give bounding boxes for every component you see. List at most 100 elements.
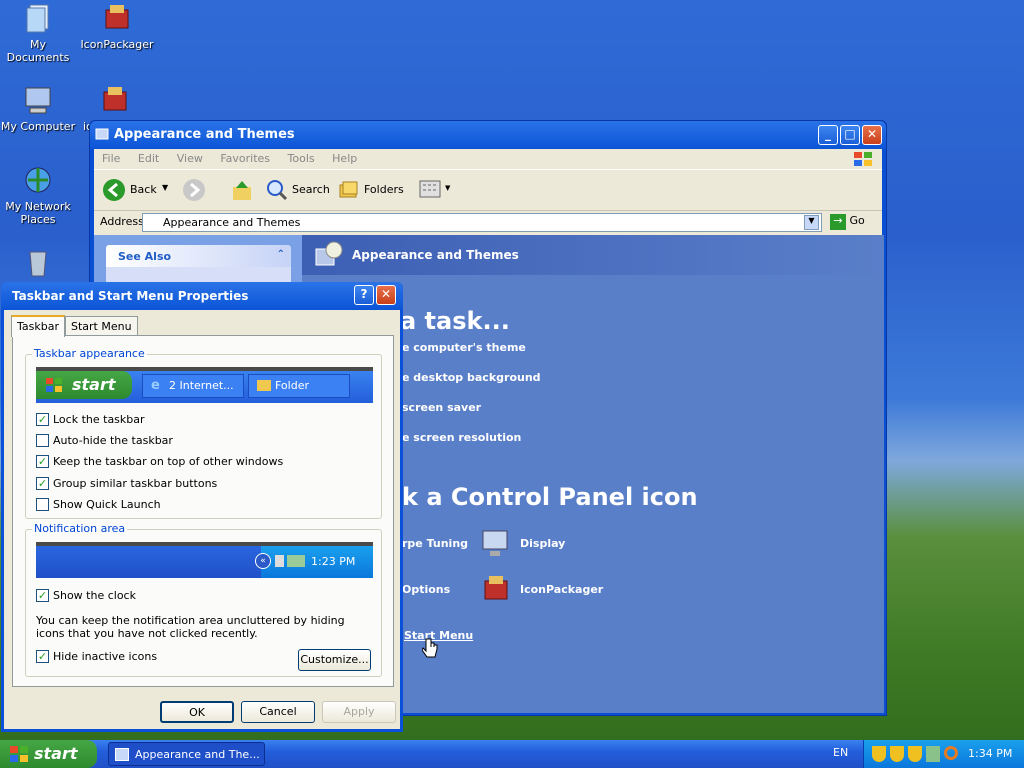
task-link-resolution[interactable]: e screen resolution [402, 431, 521, 444]
search-icon[interactable] [944, 746, 958, 760]
customize-button[interactable]: Customize... [298, 649, 371, 671]
menu-tools[interactable]: Tools [288, 152, 315, 165]
network-icon[interactable] [926, 746, 940, 762]
recycle-bin-icon [29, 251, 47, 277]
views-button[interactable]: ▼ [418, 179, 452, 201]
go-label: Go [849, 214, 865, 227]
desktop-icon-recycle-bin[interactable] [0, 246, 78, 282]
start-label: start [34, 744, 78, 763]
autohide-checkbox[interactable]: Auto-hide the taskbar [36, 434, 173, 448]
checkbox-box [36, 434, 49, 447]
desktop-icon-label: My Documents [6, 38, 70, 64]
pick-icon-heading: k a Control Panel icon [402, 483, 698, 511]
see-also-header[interactable]: See Also ⌃ [106, 245, 291, 267]
shield-icon[interactable] [908, 746, 922, 762]
collapse-icon[interactable]: ⌃ [277, 249, 285, 260]
task-link-screensaver[interactable]: screen saver [402, 401, 481, 414]
shield-icon[interactable] [890, 746, 904, 762]
start-button[interactable]: start [0, 740, 97, 768]
group-buttons-checkbox[interactable]: ✓ Group similar taskbar buttons [36, 477, 217, 491]
computer-icon [25, 87, 51, 114]
search-button[interactable]: Search [266, 179, 334, 203]
group-label: Taskbar appearance [32, 347, 147, 360]
task-link-background[interactable]: e desktop background [402, 371, 541, 384]
cp-icon-iconpackager[interactable]: IconPackager [520, 583, 603, 596]
desktop-icon-label: My Computer [0, 120, 76, 133]
desktop-icon-my-documents[interactable]: My Documents [0, 2, 78, 64]
cp-icon-display[interactable]: Display [520, 537, 565, 550]
preview-clock: 1:23 PM [311, 555, 356, 568]
tab-label: Taskbar [17, 320, 59, 333]
notification-preview: 1:23 PM « [36, 542, 373, 578]
checkbox-label: Group similar taskbar buttons [53, 477, 218, 490]
preview-tray: 1:23 PM « [255, 546, 373, 578]
folders-button[interactable]: Folders [338, 179, 406, 203]
close-button[interactable]: ✕ [862, 125, 882, 145]
back-button[interactable]: Back ▼ [102, 178, 172, 202]
windows-logo-icon [10, 746, 28, 762]
forward-icon[interactable] [182, 178, 206, 202]
tab-start-menu[interactable]: Start Menu [65, 316, 138, 336]
content-header: Appearance and Themes [302, 235, 884, 275]
desktop-icon-my-network-places[interactable]: My Network Places [0, 164, 78, 226]
minimize-button[interactable]: _ [818, 125, 838, 145]
menu-help[interactable]: Help [332, 152, 357, 165]
checkbox-label: Keep the taskbar on top of other windows [53, 455, 284, 468]
pick-task-heading: a task... [400, 307, 510, 335]
hide-inactive-checkbox[interactable]: ✓ Hide inactive icons [36, 650, 157, 664]
quick-launch-checkbox[interactable]: Show Quick Launch [36, 498, 161, 512]
tray-clock[interactable]: 1:34 PM [968, 747, 1012, 760]
go-button[interactable]: → Go [830, 214, 865, 230]
cp-icon-start-menu[interactable]: Start Menu [404, 629, 473, 642]
cancel-button[interactable]: Cancel [241, 701, 315, 723]
desktop-icon-label: My Network Places [5, 200, 71, 226]
tab-label: Start Menu [71, 320, 132, 333]
windows-logo-icon [854, 152, 872, 166]
ok-button[interactable]: OK [160, 701, 234, 723]
notification-note: You can keep the notification area unclu… [36, 614, 345, 640]
see-also-label: See Also [118, 250, 172, 263]
display-icon [482, 530, 508, 556]
taskbar-button-appearance[interactable]: Appearance and The... [108, 742, 265, 766]
preview-start-label: start [72, 375, 116, 394]
folder-icon [95, 128, 109, 140]
address-label: Address [100, 215, 144, 228]
lock-taskbar-checkbox[interactable]: ✓ Lock the taskbar [36, 413, 145, 427]
language-indicator[interactable]: EN [833, 746, 848, 759]
up-folder-icon[interactable] [230, 178, 254, 202]
expand-icon: « [255, 553, 271, 569]
address-field[interactable]: Appearance and Themes ▼ [142, 213, 822, 232]
chevron-down-icon[interactable]: ▼ [162, 183, 168, 192]
preview-task-button-1: 2 Internet... e [142, 374, 244, 398]
maximize-button[interactable]: □ [840, 125, 860, 145]
menu-edit[interactable]: Edit [138, 152, 159, 165]
checkbox-label: Auto-hide the taskbar [53, 434, 173, 447]
documents-icon [26, 4, 49, 33]
taskbar-button-label: Appearance and The... [135, 748, 260, 761]
back-icon [103, 179, 125, 201]
checkbox-box: ✓ [36, 413, 49, 426]
show-clock-checkbox[interactable]: ✓ Show the clock [36, 589, 136, 603]
taskbar-properties-dialog[interactable]: Taskbar and Start Menu Properties ? ✕ Ta… [1, 282, 403, 732]
menu-view[interactable]: View [177, 152, 203, 165]
checkbox-box: ✓ [36, 589, 49, 602]
close-button[interactable]: ✕ [376, 285, 396, 305]
dialog-title: Taskbar and Start Menu Properties [12, 289, 249, 303]
help-button[interactable]: ? [354, 285, 374, 305]
window-titlebar[interactable]: Appearance and Themes _ □ ✕ [90, 121, 886, 149]
apply-button[interactable]: Apply [322, 701, 396, 723]
shield-icon[interactable] [872, 746, 886, 762]
desktop-icon-iconpackager[interactable]: IconPackager [77, 2, 157, 51]
cp-icon-tuning[interactable]: rpe Tuning [402, 537, 468, 550]
dialog-titlebar[interactable]: Taskbar and Start Menu Properties ? ✕ [1, 282, 403, 310]
menu-favorites[interactable]: Favorites [220, 152, 270, 165]
desktop-icon-my-computer[interactable]: My Computer [0, 84, 78, 133]
cp-icon-options[interactable]: Options [402, 583, 450, 596]
menu-file[interactable]: File [102, 152, 120, 165]
task-link-theme[interactable]: e computer's theme [402, 341, 526, 354]
keep-on-top-checkbox[interactable]: ✓ Keep the taskbar on top of other window… [36, 455, 283, 469]
tab-taskbar[interactable]: Taskbar [11, 315, 65, 337]
chevron-down-icon[interactable]: ▼ [804, 215, 819, 230]
checkbox-box: ✓ [36, 477, 49, 490]
group-label: Notification area [32, 522, 128, 535]
